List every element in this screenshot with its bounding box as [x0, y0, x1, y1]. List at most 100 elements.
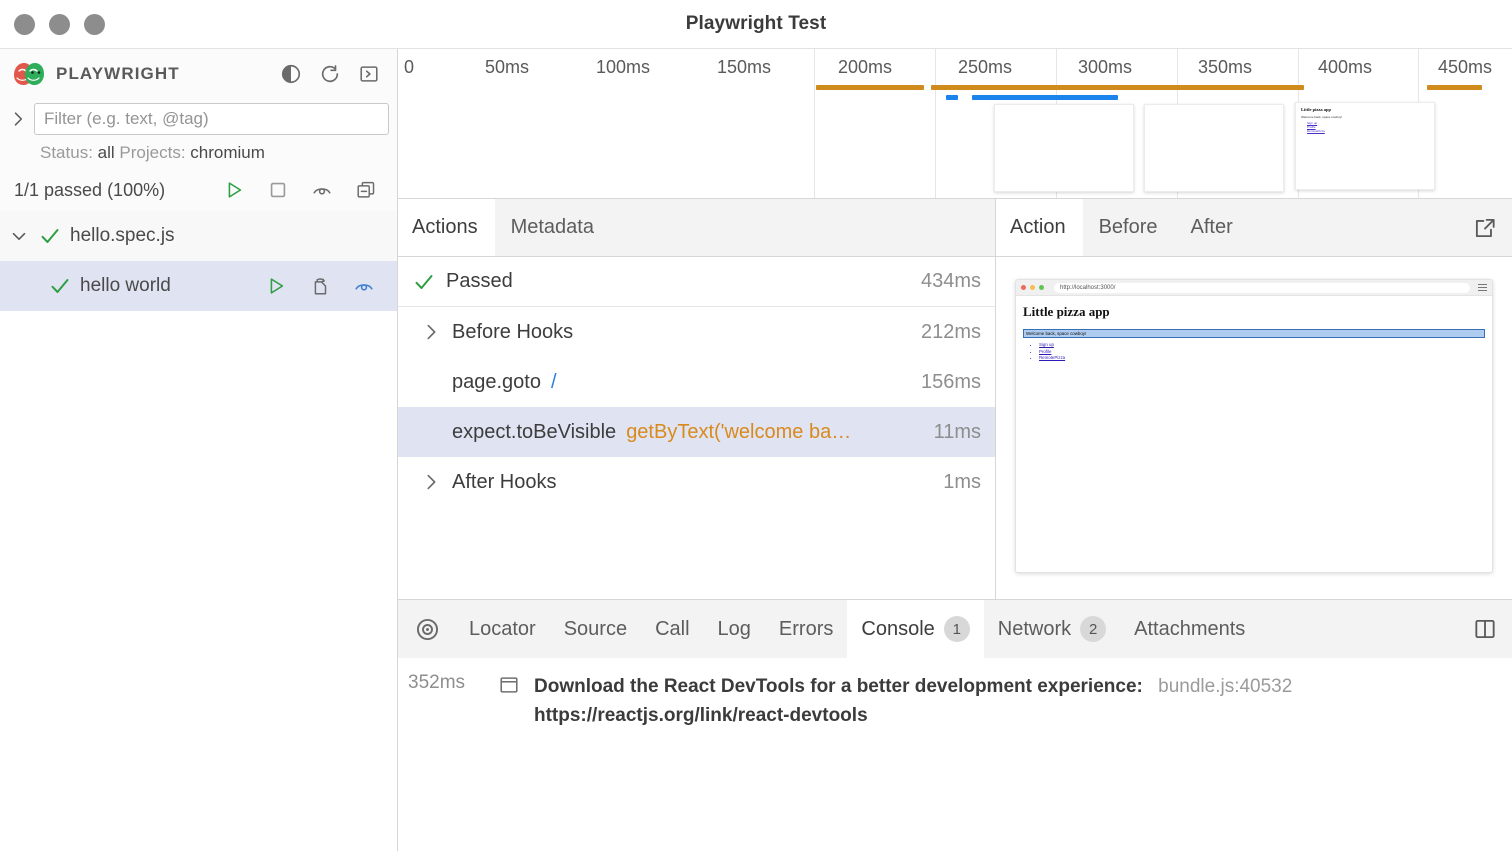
chevron-right-icon[interactable]	[420, 321, 442, 343]
action-duration: 434ms	[921, 270, 981, 293]
tab-console[interactable]: Console 1	[847, 600, 983, 658]
tree-item-test-label: hello world	[80, 275, 257, 297]
check-icon	[412, 270, 436, 294]
timeline-tick-3: 150ms	[717, 57, 776, 78]
pick-locator-button[interactable]	[398, 600, 455, 658]
stop-icon[interactable]	[267, 179, 289, 201]
browser-maximize-dot	[1039, 285, 1044, 290]
action-row-before-hooks[interactable]: Before Hooks 212ms	[398, 307, 995, 357]
timeline-bar-action[interactable]	[931, 85, 1304, 90]
tab-source[interactable]: Source	[550, 600, 641, 658]
timeline-tick-2: 100ms	[596, 57, 655, 78]
open-snapshot-button[interactable]	[1472, 199, 1498, 256]
tree-item-file[interactable]: hello.spec.js	[0, 211, 397, 261]
action-duration: 156ms	[921, 371, 981, 394]
reload-icon[interactable]	[319, 63, 341, 85]
timeline[interactable]: 0 50ms 100ms 150ms 200ms 250ms 300ms 350…	[398, 49, 1512, 199]
pick-locator-icon[interactable]	[414, 616, 441, 643]
page-heading: Little pizza app	[1023, 304, 1485, 320]
external-link-icon[interactable]	[1472, 215, 1498, 241]
tab-errors[interactable]: Errors	[765, 600, 847, 658]
upper-panes: Actions Metadata Passed 434ms	[398, 199, 1512, 599]
split-view-icon[interactable]	[1472, 616, 1498, 642]
timeline-bar-action[interactable]	[816, 85, 924, 90]
collapse-all-icon[interactable]	[355, 179, 377, 201]
action-row-expect-tobevisible[interactable]: expect.toBeVisible getByText('welcome ba…	[398, 407, 995, 457]
snapshot-browser-frame: http://localhost:3000/ Little pizza app …	[1015, 279, 1493, 573]
half-circle-theme-icon[interactable]	[280, 63, 302, 85]
tab-label: Errors	[779, 618, 833, 641]
console-entry[interactable]: 352ms Download the React DevTools for a …	[398, 672, 1512, 731]
tab-before[interactable]: Before	[1083, 199, 1175, 256]
tab-actions[interactable]: Actions	[398, 199, 495, 256]
filter-input[interactable]	[34, 103, 389, 135]
timeline-tick-6: 300ms	[1078, 57, 1137, 78]
tab-action[interactable]: Action	[996, 199, 1083, 256]
console-entry-time: 352ms	[408, 672, 484, 694]
chevron-down-icon[interactable]	[8, 225, 30, 247]
terminal-toggle-icon[interactable]	[358, 63, 380, 85]
main-panel: 0 50ms 100ms 150ms 200ms 250ms 300ms 350…	[398, 49, 1512, 851]
run-icon[interactable]	[265, 275, 287, 297]
tab-metadata[interactable]: Metadata	[495, 199, 611, 256]
sidebar-header-icons	[280, 63, 383, 85]
timeline-tick-0: 0	[400, 57, 414, 78]
chevron-right-icon[interactable]	[420, 471, 442, 493]
timeline-tick-4: 200ms	[838, 57, 897, 78]
tab-label: Locator	[469, 618, 536, 641]
sidebar-header: PLAYWRIGHT	[0, 49, 397, 99]
console-panel: 352ms Download the React DevTools for a …	[398, 658, 1512, 851]
filter-row	[0, 99, 397, 139]
actions-pane: Actions Metadata Passed 434ms	[398, 199, 996, 599]
thumbnail-links: Sign up Profile RemotePizza	[1301, 121, 1429, 133]
action-parameter: getByText('welcome ba…	[626, 421, 851, 444]
list-item: Sign up	[1039, 342, 1485, 347]
tree-item-file-label: hello.spec.js	[70, 225, 397, 247]
snapshot-page-content: Little pizza app Welcome back, space cow…	[1016, 296, 1492, 572]
projects-value[interactable]: chromium	[190, 143, 265, 162]
tab-log[interactable]: Log	[704, 600, 765, 658]
console-entry-source[interactable]: bundle.js:40532	[1148, 676, 1292, 697]
action-name: Before Hooks	[452, 321, 573, 344]
timeline-thumbnail[interactable]	[1144, 104, 1284, 192]
run-icon[interactable]	[223, 179, 245, 201]
toggle-split-view-button[interactable]	[1472, 600, 1498, 658]
page-link: Profile	[1039, 349, 1051, 354]
action-row-page-goto[interactable]: page.goto / 156ms	[398, 357, 995, 407]
dock-tabstrip: Locator Source Call Log Errors	[398, 600, 1512, 658]
test-sidebar: PLAYWRIGHT	[0, 49, 398, 851]
timeline-thumbnail[interactable]	[994, 104, 1134, 192]
main-body: PLAYWRIGHT	[0, 48, 1512, 851]
action-duration: 11ms	[934, 421, 981, 444]
thumbnail-link: RemotePizza	[1307, 129, 1429, 133]
thumbnail-page-title: Little pizza app	[1301, 107, 1429, 112]
test-tree: hello.spec.js hello world	[0, 211, 397, 851]
timeline-bar-action[interactable]	[1427, 85, 1482, 90]
watch-icon[interactable]	[353, 275, 375, 297]
tab-call[interactable]: Call	[641, 600, 703, 658]
snapshot-browser-chrome: http://localhost:3000/	[1016, 280, 1492, 296]
chevron-right-icon[interactable]	[8, 109, 28, 129]
snapshot-viewport: http://localhost:3000/ Little pizza app …	[996, 257, 1512, 599]
timeline-bar-network[interactable]	[972, 95, 1118, 100]
tab-after[interactable]: After	[1175, 199, 1250, 256]
copy-prompt-icon[interactable]	[309, 275, 331, 297]
page-link: RemotePizza	[1039, 355, 1065, 360]
browser-close-dot	[1021, 285, 1026, 290]
tree-item-test[interactable]: hello world	[0, 261, 397, 311]
tab-network[interactable]: Network 2	[984, 600, 1120, 658]
tab-attachments[interactable]: Attachments	[1120, 600, 1259, 658]
timeline-thumbnail[interactable]: Little pizza app Welcome back, space cow…	[1295, 102, 1435, 190]
action-name: expect.toBeVisible	[452, 421, 616, 444]
timeline-tick-8: 400ms	[1318, 57, 1377, 78]
action-row-result[interactable]: Passed 434ms	[398, 257, 995, 307]
hamburger-icon	[1478, 284, 1487, 291]
browser-frame-icon	[498, 674, 520, 696]
watch-icon[interactable]	[311, 179, 333, 201]
snapshot-url-bar: http://localhost:3000/	[1054, 283, 1470, 293]
tab-locator[interactable]: Locator	[455, 600, 550, 658]
status-value[interactable]: all	[98, 143, 115, 162]
page-link-list: Sign up Profile RemotePizza	[1023, 342, 1485, 360]
timeline-bar-network[interactable]	[946, 95, 958, 100]
action-row-after-hooks[interactable]: After Hooks 1ms	[398, 457, 995, 507]
